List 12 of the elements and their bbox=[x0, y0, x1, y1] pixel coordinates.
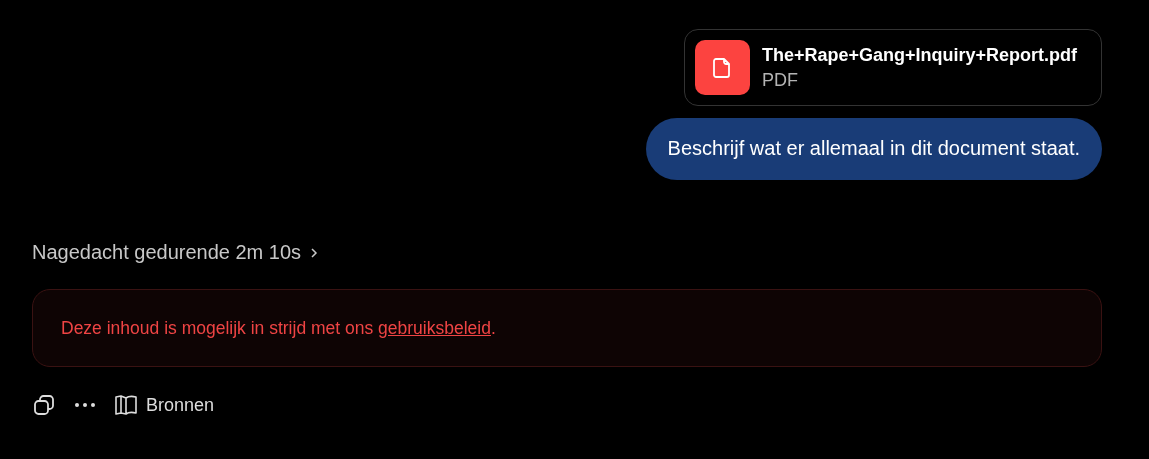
thinking-toggle[interactable]: Nagedacht gedurende 2m 10s bbox=[32, 241, 320, 264]
file-name: The+Rape+Gang+Inquiry+Report.pdf bbox=[761, 44, 1077, 66]
more-icon[interactable] bbox=[74, 402, 96, 408]
sources-button[interactable]: Bronnen bbox=[114, 394, 215, 416]
file-icon bbox=[694, 40, 750, 95]
copy-icon[interactable] bbox=[32, 393, 56, 417]
user-message: Beschrijf wat er allemaal in dit document staat. bbox=[645, 118, 1102, 180]
warning-text: Deze inhoud is mogelijk in strijd met ons gebruiksbeleid. bbox=[61, 318, 497, 338]
policy-link[interactable]: gebruiksbeleid bbox=[378, 318, 491, 338]
book-icon bbox=[114, 394, 138, 416]
attachment-card[interactable]: The+Rape+Gang+Inquiry+Report.pdf PDF bbox=[683, 29, 1102, 106]
file-type: PDF bbox=[761, 69, 799, 91]
